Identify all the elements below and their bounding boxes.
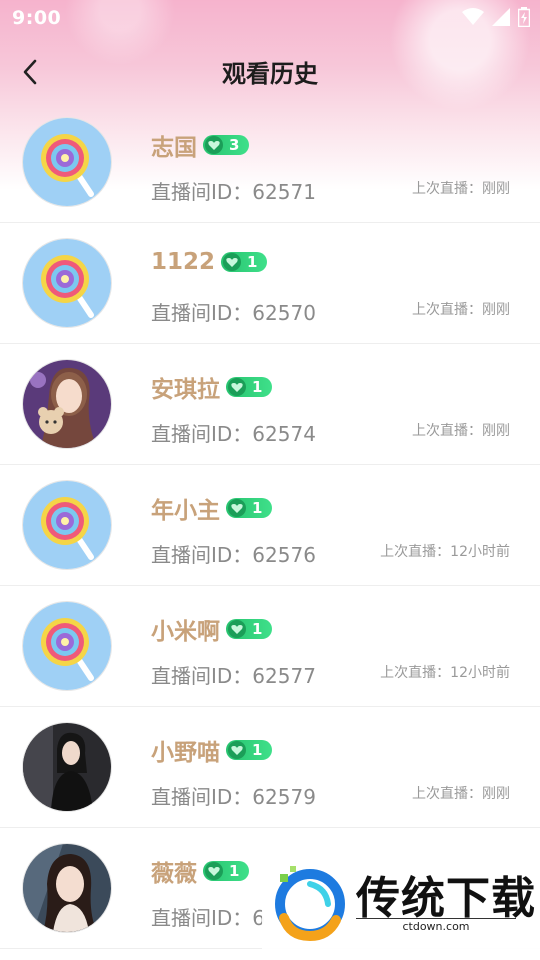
watermark-divider — [356, 918, 516, 919]
name-line: 小米啊 1 — [151, 612, 273, 646]
name-line: 志国 3 — [151, 128, 250, 162]
room-id: 直播间ID：62571 — [151, 180, 316, 204]
history-item[interactable]: 小野喵 1 直播间ID：62579 上次直播：刚刚 — [0, 707, 540, 828]
lollipop-icon — [23, 118, 111, 206]
wifi-icon — [462, 8, 484, 25]
lollipop-icon — [23, 602, 111, 690]
streamer-name: 1122 — [151, 249, 216, 275]
streamer-name: 小野喵 — [151, 740, 220, 766]
watermark: 传统下载 ctdown.com — [262, 852, 540, 960]
name-line: 1122 1 — [151, 249, 268, 275]
nav-bar: 观看历史 — [0, 40, 540, 100]
name-line: 小野喵 1 — [151, 733, 273, 767]
avatar — [22, 843, 112, 933]
room-id: 直播间ID：62574 — [151, 422, 316, 446]
watermark-brand: 传统下载 — [356, 873, 536, 924]
level-number: 1 — [252, 620, 263, 638]
name-line: 安琪拉 1 — [151, 370, 273, 404]
avatar — [22, 359, 112, 449]
level-number: 1 — [252, 499, 263, 517]
level-badge: 1 — [226, 740, 273, 760]
streamer-name: 志国 — [151, 135, 197, 161]
heart-icon — [205, 136, 223, 154]
history-item[interactable]: 安琪拉 1 直播间ID：62574 上次直播：刚刚 — [0, 344, 540, 465]
streamer-name: 小米啊 — [151, 619, 220, 645]
level-number: 1 — [252, 741, 263, 759]
girl-with-teddy-photo — [23, 360, 111, 448]
level-number: 3 — [229, 136, 240, 154]
page-title: 观看历史 — [222, 60, 318, 88]
avatar — [22, 601, 112, 691]
room-id: 直播间ID：62579 — [151, 785, 316, 809]
avatar — [22, 238, 112, 328]
level-number: 1 — [247, 253, 258, 271]
streamer-name: 薇薇 — [151, 861, 197, 887]
ctdown-logo-icon — [275, 866, 345, 942]
heart-icon — [228, 620, 246, 638]
last-live-time: 上次直播：刚刚 — [412, 181, 510, 197]
signal-icon — [492, 8, 510, 26]
heart-icon — [205, 862, 223, 880]
room-id: 直播间ID：62570 — [151, 301, 316, 325]
last-live-time: 上次直播：刚刚 — [412, 423, 510, 439]
history-item[interactable]: 志国 3 直播间ID：62571 上次直播：刚刚 — [0, 102, 540, 223]
level-number: 1 — [252, 378, 263, 396]
streamer-name: 安琪拉 — [151, 377, 220, 403]
level-badge: 1 — [221, 252, 268, 272]
last-live-time: 上次直播：刚刚 — [412, 786, 510, 802]
history-item[interactable]: 年小主 1 直播间ID：62576 上次直播：12小时前 — [0, 465, 540, 586]
avatar — [22, 117, 112, 207]
lollipop-icon — [23, 481, 111, 569]
level-badge: 1 — [226, 498, 273, 518]
heart-icon — [228, 378, 246, 396]
room-id: 直播间ID：6 — [151, 906, 266, 930]
girl-dark-photo — [23, 723, 111, 811]
history-item[interactable]: 1122 1 直播间ID：62570 上次直播：刚刚 — [0, 223, 540, 344]
name-line: 年小主 1 — [151, 491, 273, 525]
watermark-url: ctdown.com — [402, 920, 470, 933]
room-id: 直播间ID：62576 — [151, 543, 316, 567]
level-badge: 3 — [203, 135, 250, 155]
avatar — [22, 722, 112, 812]
last-live-time: 上次直播：刚刚 — [412, 302, 510, 318]
girl-light-photo — [23, 844, 111, 932]
avatar — [22, 480, 112, 570]
heart-icon — [228, 499, 246, 517]
last-live-time: 上次直播：12小时前 — [380, 665, 510, 681]
name-line: 薇薇 1 — [151, 854, 250, 888]
level-badge: 1 — [226, 377, 273, 397]
last-live-time: 上次直播：12小时前 — [380, 544, 510, 560]
heart-icon — [223, 253, 242, 271]
status-time: 9:00 — [12, 7, 62, 29]
level-badge: 1 — [203, 861, 250, 881]
heart-icon — [228, 741, 246, 759]
status-bar: 9:00 — [0, 0, 540, 36]
room-id: 直播间ID：62577 — [151, 664, 316, 688]
streamer-name: 年小主 — [151, 498, 220, 524]
history-item[interactable]: 小米啊 1 直播间ID：62577 上次直播：12小时前 — [0, 586, 540, 707]
level-badge: 1 — [226, 619, 273, 639]
status-icons — [462, 7, 530, 27]
level-number: 1 — [229, 862, 240, 880]
history-list: 志国 3 直播间ID：62571 上次直播：刚刚 1122 1 直播间ID：62… — [0, 102, 540, 949]
battery-icon — [518, 7, 530, 27]
lollipop-icon — [23, 239, 111, 327]
